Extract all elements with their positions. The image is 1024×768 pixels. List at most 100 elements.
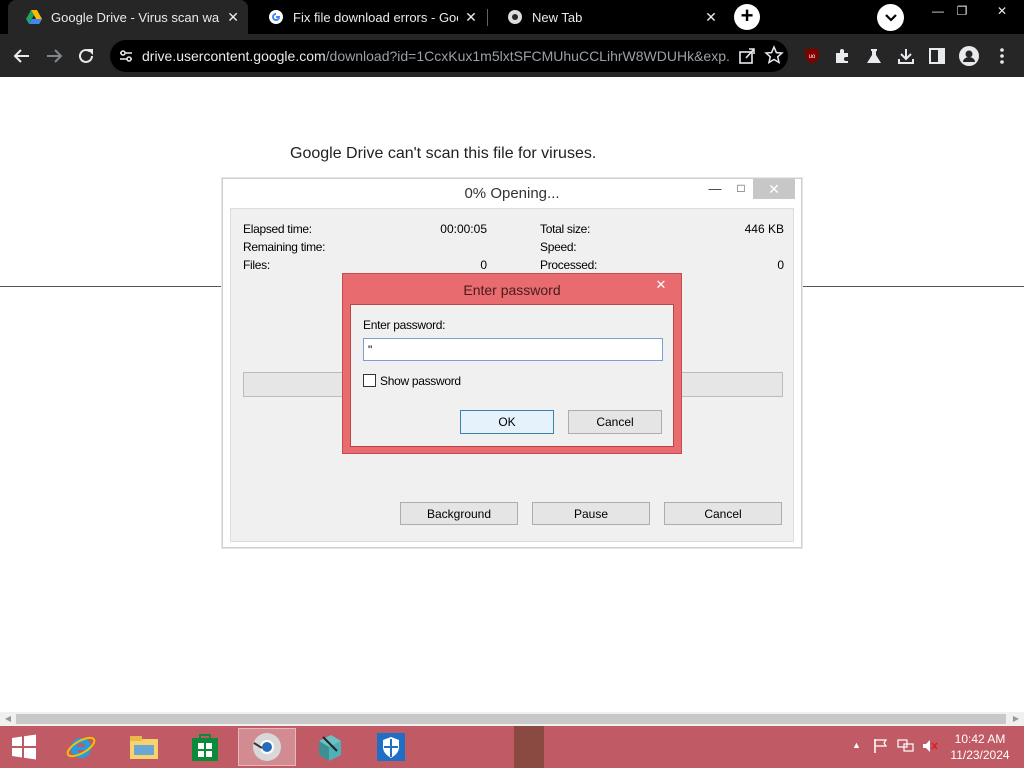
browser-toolbar: drive.usercontent.google.com/download?id…: [0, 34, 1024, 77]
taskbar: ▲ 10:42 AM 11/23/2024: [0, 726, 1024, 768]
tab-google-drive[interactable]: Google Drive - Virus scan warning ✕: [8, 0, 248, 34]
forward-arrow-icon: [47, 49, 63, 63]
ublock-extension-button[interactable]: uo: [798, 42, 826, 70]
google-drive-icon: [26, 10, 42, 24]
url-host: drive.usercontent.google.com: [142, 48, 326, 64]
dialog-close-button[interactable]: ✕: [753, 179, 795, 199]
puzzle-icon: [836, 49, 848, 63]
processed-value: 0: [777, 258, 784, 272]
download-icon: [898, 49, 914, 64]
site-info-icon[interactable]: [118, 48, 134, 64]
system-clock[interactable]: 10:42 AM 11/23/2024: [944, 731, 1016, 763]
chrome-icon: [508, 10, 522, 24]
taskbar-internet-explorer[interactable]: [52, 728, 110, 766]
tab-title: Google Drive - Virus scan warning: [51, 9, 220, 25]
window-close-button[interactable]: ✕: [990, 2, 1014, 20]
flask-icon: [867, 49, 881, 63]
virus-scan-warning-text: Google Drive can't scan this file for vi…: [290, 145, 597, 162]
network-icon[interactable]: [897, 738, 915, 754]
enter-password-dialog: Enter password ✕ Enter password: Show pa…: [342, 273, 682, 454]
avatar: [959, 46, 979, 66]
total-size-label: Total size:: [540, 222, 591, 236]
scrollbar-thumb[interactable]: [16, 714, 1006, 724]
tab-title: Fix file download errors - Google: [293, 9, 458, 25]
close-icon[interactable]: ✕: [226, 9, 240, 25]
start-button[interactable]: [0, 728, 48, 766]
bookmark-star-icon[interactable]: [764, 45, 784, 65]
speed-label: Speed:: [540, 240, 577, 254]
password-input[interactable]: [363, 338, 663, 361]
scroll-left-arrow-icon[interactable]: ◀: [2, 713, 14, 725]
password-dialog-body: Enter password: Show password OK Cancel: [350, 304, 674, 447]
store-icon: [192, 734, 218, 761]
forward-button[interactable]: [40, 42, 68, 70]
minimize-button[interactable]: —: [703, 181, 727, 201]
side-panel-icon: [929, 48, 945, 64]
google-icon: [269, 10, 283, 24]
address-bar[interactable]: drive.usercontent.google.com/download?id…: [110, 40, 788, 72]
show-password-checkbox[interactable]: [363, 374, 376, 387]
chrome-icon: [253, 733, 281, 761]
tab-fix-download-errors[interactable]: Fix file download errors - Google ✕: [250, 0, 486, 34]
ublock-icon: uo: [805, 48, 819, 64]
action-center-flag-icon[interactable]: [873, 738, 889, 754]
show-hidden-icons-button[interactable]: ▲: [852, 740, 861, 750]
dialog-titlebar[interactable]: 0% Opening... — □ ✕: [223, 179, 801, 207]
tab-strip: Google Drive - Virus scan warning ✕ Fix …: [0, 0, 1024, 34]
cancel-button[interactable]: Cancel: [664, 502, 782, 525]
taskbar-archive-app[interactable]: [300, 728, 358, 766]
processed-label: Processed:: [540, 258, 598, 272]
profile-button[interactable]: [955, 42, 983, 70]
archive-app-icon: [319, 735, 341, 761]
maximize-button[interactable]: □: [729, 181, 753, 201]
taskbar-store[interactable]: [176, 728, 234, 766]
menu-button[interactable]: [988, 42, 1016, 70]
password-prompt-label: Enter password:: [363, 318, 446, 332]
divider: [802, 286, 1024, 287]
url-path: /download?id=1CcxKux1m5lxtSFCMUhuCCLihrW…: [325, 48, 730, 64]
start-icon: [12, 734, 36, 760]
reload-button[interactable]: [72, 42, 100, 70]
ok-button[interactable]: OK: [460, 410, 554, 434]
horizontal-scrollbar[interactable]: ◀ ▶: [0, 712, 1024, 726]
url-text[interactable]: drive.usercontent.google.com/download?id…: [142, 48, 730, 64]
clock-date: 11/23/2024: [950, 748, 1010, 762]
clock-time: 10:42 AM: [954, 732, 1006, 746]
downloads-button[interactable]: [892, 42, 920, 70]
taskbar-chrome[interactable]: [238, 728, 296, 766]
internet-explorer-icon: [66, 736, 96, 758]
tab-title: New Tab: [532, 9, 583, 25]
total-size-value: 446 KB: [744, 222, 784, 236]
dialog-close-button[interactable]: ✕: [646, 275, 676, 295]
tab-new-tab[interactable]: New Tab ✕: [489, 0, 727, 34]
reload-icon: [79, 48, 93, 63]
scroll-right-arrow-icon[interactable]: ▶: [1010, 713, 1022, 725]
dialog-title: Enter password: [463, 282, 561, 298]
pause-button[interactable]: Pause: [532, 502, 650, 525]
divider: [0, 286, 222, 287]
restore-button[interactable]: ❐: [950, 2, 974, 20]
taskbar-defender[interactable]: [362, 728, 420, 766]
files-label: Files:: [243, 258, 270, 272]
side-panel-button[interactable]: [923, 42, 951, 70]
tab-search-button[interactable]: [877, 4, 904, 31]
volume-muted-icon[interactable]: [922, 738, 938, 754]
elapsed-time-label: Elapsed time:: [243, 222, 312, 236]
labs-button[interactable]: [860, 42, 888, 70]
new-tab-button[interactable]: +: [734, 4, 760, 30]
close-icon[interactable]: ✕: [464, 9, 478, 25]
background-button[interactable]: Background: [400, 502, 518, 525]
taskbar-file-explorer[interactable]: [115, 728, 173, 766]
close-icon[interactable]: ✕: [703, 9, 719, 25]
show-password-label[interactable]: Show password: [380, 374, 461, 388]
minimize-button[interactable]: —: [926, 2, 950, 20]
file-explorer-icon: [130, 736, 158, 759]
back-arrow-icon: [13, 49, 29, 63]
share-icon[interactable]: [738, 47, 756, 65]
remaining-time-label: Remaining time:: [243, 240, 326, 254]
back-button[interactable]: [8, 42, 36, 70]
extensions-button[interactable]: [828, 42, 856, 70]
cancel-button[interactable]: Cancel: [568, 410, 662, 434]
chevron-down-icon: [884, 13, 897, 22]
kebab-menu-icon: [1000, 48, 1004, 64]
